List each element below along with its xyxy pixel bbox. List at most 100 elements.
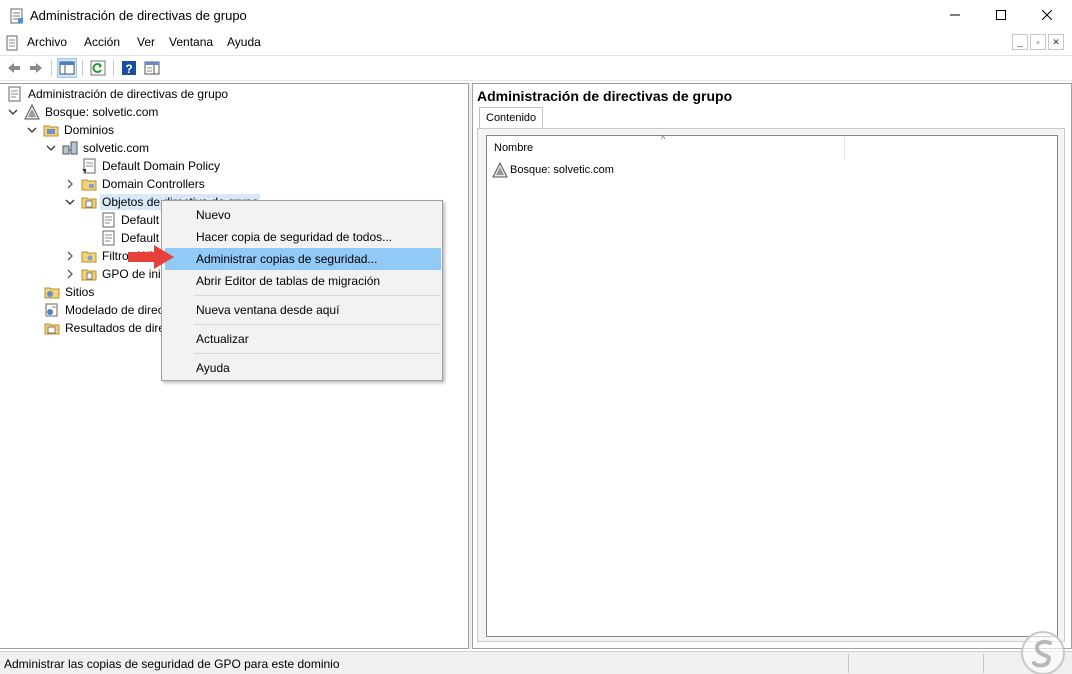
menu-separator xyxy=(194,324,440,325)
menu-ver[interactable]: Ver xyxy=(137,35,155,49)
menu-item-help[interactable]: Ayuda xyxy=(165,357,441,379)
menu-ventana[interactable]: Ventana xyxy=(169,35,213,49)
refresh-icon xyxy=(90,60,106,76)
status-bar: Administrar las copias de seguridad de G… xyxy=(0,651,1072,674)
menu-bar: Archivo Acción Ver Ventana Ayuda _ ▫ ✕ xyxy=(0,32,1072,54)
list-item[interactable]: Bosque: solvetic.com xyxy=(492,161,614,179)
tab-content-area: ^ Nombre Bosque: solvetic.com xyxy=(477,128,1065,642)
chevron-down-icon[interactable] xyxy=(8,107,18,117)
toolbar: ? xyxy=(0,55,1072,81)
gpmc-root-icon xyxy=(8,86,21,102)
mdi-restore-button[interactable]: ▫ xyxy=(1030,34,1046,50)
gpo-icon xyxy=(102,212,115,228)
tab-contenido[interactable]: Contenido xyxy=(479,107,544,129)
annotation-arrow-icon xyxy=(128,245,174,269)
window-title: Administración de directivas de grupo xyxy=(30,8,247,23)
tree-item-domain-label: solvetic.com xyxy=(83,141,150,155)
tree-item-default-domain-policy-label: Default Domain Policy xyxy=(102,159,221,173)
mdi-close-button[interactable]: ✕ xyxy=(1048,34,1064,50)
list-item-label: Bosque: solvetic.com xyxy=(510,164,614,176)
solvetic-logo-icon xyxy=(1021,631,1065,674)
action-pane-button[interactable] xyxy=(142,58,162,78)
mdi-minimize-button[interactable]: _ xyxy=(1012,34,1028,50)
toolbar-separator xyxy=(113,60,114,76)
maximize-icon xyxy=(996,10,1006,20)
domains-folder-icon xyxy=(43,125,59,137)
help-icon: ? xyxy=(122,61,136,76)
column-header-label: Nombre xyxy=(494,142,534,154)
gpmc-app-icon xyxy=(10,8,23,24)
refresh-button[interactable] xyxy=(88,58,108,78)
gpo-icon xyxy=(102,230,115,246)
minimize-icon xyxy=(950,14,960,16)
menu-item-refresh[interactable]: Actualizar xyxy=(165,328,441,350)
forest-icon xyxy=(24,104,40,120)
results-folder-icon xyxy=(44,323,60,335)
back-button[interactable] xyxy=(4,58,24,78)
starter-gpo-folder-icon xyxy=(81,269,97,281)
menu-archivo[interactable]: Archivo xyxy=(27,35,67,49)
wmi-folder-icon xyxy=(81,251,97,263)
gpo-link-icon xyxy=(82,158,96,174)
document-icon[interactable] xyxy=(4,35,20,51)
tree-item-domains[interactable]: Dominios xyxy=(27,121,116,139)
sites-folder-icon xyxy=(44,287,60,299)
chevron-down-icon[interactable] xyxy=(46,143,56,153)
status-text: Administrar las copias de seguridad de G… xyxy=(4,657,340,671)
tree-item-default-domain-policy[interactable]: Default Domain Policy xyxy=(81,157,222,175)
menu-item-nuevo[interactable]: Nuevo xyxy=(165,204,441,226)
close-icon xyxy=(1042,10,1052,20)
toolbar-separator xyxy=(82,60,83,76)
result-pane-title: Administración de directivas de grupo xyxy=(477,88,733,104)
gpo-folder-icon xyxy=(81,197,97,209)
tree-item-domain[interactable]: solvetic.com xyxy=(46,139,151,157)
contents-list: ^ Nombre Bosque: solvetic.com xyxy=(486,134,1058,637)
title-bar: Administración de directivas de grupo xyxy=(0,0,1072,32)
tree-item-forest[interactable]: Bosque: solvetic.com xyxy=(8,103,160,121)
domain-icon xyxy=(62,141,78,155)
console-tree-icon xyxy=(59,61,75,75)
toolbar-separator xyxy=(51,60,52,76)
menu-item-new-window[interactable]: Nueva ventana desde aquí xyxy=(165,299,441,321)
tree-root[interactable]: Administración de directivas de grupo xyxy=(7,85,230,103)
tree-item-sites[interactable]: Sitios xyxy=(44,283,96,301)
forward-arrow-icon xyxy=(30,63,42,73)
menu-separator xyxy=(194,295,440,296)
chevron-right-icon[interactable] xyxy=(65,269,75,279)
menu-ayuda[interactable]: Ayuda xyxy=(227,35,261,49)
menu-separator xyxy=(194,353,440,354)
tree-item-domain-controllers[interactable]: Domain Controllers xyxy=(65,175,207,193)
menu-item-manage-backups[interactable]: Administrar copias de seguridad... xyxy=(165,248,441,270)
mdi-controls: _ ▫ ✕ xyxy=(1012,34,1064,50)
result-pane: Administración de directivas de grupo Co… xyxy=(472,83,1072,649)
forward-button[interactable] xyxy=(26,58,46,78)
chevron-right-icon[interactable] xyxy=(65,251,75,261)
column-header-nombre[interactable]: ^ Nombre xyxy=(487,134,845,160)
chevron-right-icon[interactable] xyxy=(65,179,75,189)
show-hide-tree-button[interactable] xyxy=(57,58,77,78)
tree-item-domains-label: Dominios xyxy=(64,123,115,137)
close-button[interactable] xyxy=(1024,0,1070,30)
context-menu: Nuevo Hacer copia de seguridad de todos.… xyxy=(161,200,443,381)
menu-accion[interactable]: Acción xyxy=(84,35,120,49)
menu-item-migration-editor[interactable]: Abrir Editor de tablas de migración xyxy=(165,270,441,292)
svg-text:?: ? xyxy=(125,62,132,76)
ou-folder-icon xyxy=(81,179,97,191)
maximize-button[interactable] xyxy=(978,0,1024,30)
forest-icon xyxy=(492,162,508,178)
tree-root-label: Administración de directivas de grupo xyxy=(28,87,229,101)
status-divider xyxy=(983,654,984,673)
action-pane-icon xyxy=(144,61,160,75)
back-arrow-icon xyxy=(8,63,20,73)
help-button[interactable]: ? xyxy=(119,58,139,78)
modeling-icon xyxy=(45,303,58,317)
tree-item-sites-label: Sitios xyxy=(65,285,95,299)
minimize-button[interactable] xyxy=(932,0,978,30)
tree-item-domain-controllers-label: Domain Controllers xyxy=(102,177,205,191)
menu-item-backup-all[interactable]: Hacer copia de seguridad de todos... xyxy=(165,226,441,248)
chevron-down-icon[interactable] xyxy=(27,125,37,135)
status-divider xyxy=(848,654,849,673)
sort-ascending-icon: ^ xyxy=(661,134,666,144)
tree-item-forest-label: Bosque: solvetic.com xyxy=(45,105,159,119)
chevron-down-icon[interactable] xyxy=(65,197,75,207)
